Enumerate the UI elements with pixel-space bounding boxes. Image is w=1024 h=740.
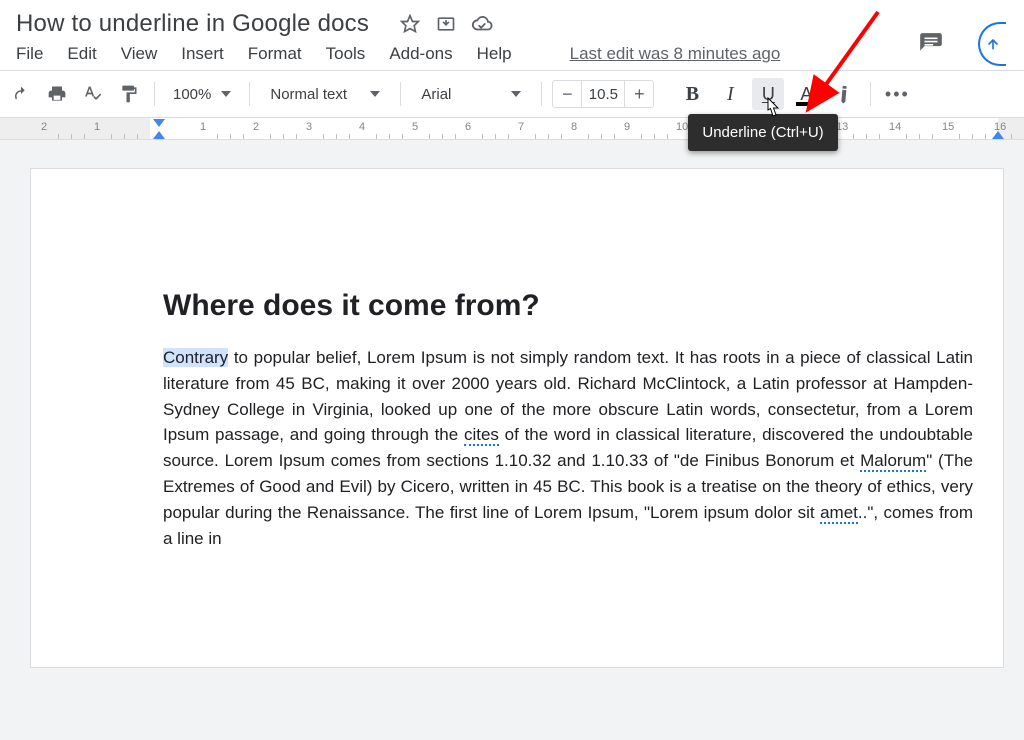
ruler-number: 4 — [359, 121, 365, 133]
ruler-number: 3 — [306, 121, 312, 133]
font-size-control: − 10.5 + — [552, 80, 654, 108]
share-button[interactable] — [978, 22, 1006, 66]
paragraph-style-select[interactable]: Normal text — [260, 86, 390, 103]
cloud-saved-icon[interactable] — [471, 13, 493, 35]
ruler-number: 1 — [94, 121, 100, 133]
document-heading[interactable]: Where does it come from? — [163, 289, 973, 323]
chevron-down-icon — [221, 91, 231, 97]
bold-button[interactable]: B — [676, 78, 708, 110]
move-icon[interactable] — [435, 13, 457, 35]
font-select[interactable]: Arial — [411, 86, 531, 103]
menu-view[interactable]: View — [121, 44, 158, 64]
document-title[interactable]: How to underline in Google docs — [16, 10, 369, 38]
menu-addons[interactable]: Add-ons — [389, 44, 452, 64]
underline-button[interactable]: U — [752, 78, 784, 110]
menu-help[interactable]: Help — [477, 44, 512, 64]
left-indent-marker[interactable] — [153, 131, 165, 139]
first-line-indent-marker[interactable] — [153, 119, 165, 127]
redo-button[interactable] — [6, 79, 36, 109]
zoom-value: 100% — [173, 86, 211, 103]
ruler-number: 6 — [465, 121, 471, 133]
ruler-number: 15 — [942, 121, 954, 133]
decrease-font-size-button[interactable]: − — [553, 80, 581, 108]
menu-format[interactable]: Format — [248, 44, 302, 64]
ruler-number: 8 — [571, 121, 577, 133]
ruler-number: 10 — [676, 121, 688, 133]
star-icon[interactable] — [399, 13, 421, 35]
menu-edit[interactable]: Edit — [67, 44, 96, 64]
ruler-number: 1 — [200, 121, 206, 133]
highlight-button[interactable] — [828, 78, 860, 110]
menu-tools[interactable]: Tools — [326, 44, 366, 64]
paint-format-button[interactable] — [114, 79, 144, 109]
selected-text[interactable]: Contrary — [163, 348, 228, 367]
ruler-number: 2 — [253, 121, 259, 133]
open-comments-icon[interactable] — [918, 31, 944, 57]
zoom-select[interactable]: 100% — [165, 86, 239, 103]
canvas: Where does it come from? Contrary to pop… — [0, 140, 1024, 740]
font-value: Arial — [421, 86, 451, 103]
text-color-button[interactable]: A — [790, 78, 822, 110]
spelling-mark[interactable]: amet — [820, 503, 858, 524]
ruler-number: 14 — [889, 121, 901, 133]
toolbar: 100% Normal text Arial − 10.5 + B I U Un… — [0, 71, 1024, 117]
style-value: Normal text — [270, 86, 347, 103]
horizontal-ruler[interactable]: 2112345678910111213141516 — [0, 118, 1024, 140]
increase-font-size-button[interactable]: + — [625, 80, 653, 108]
underline-tooltip: Underline (Ctrl+U) — [688, 114, 837, 151]
last-edit-link[interactable]: Last edit was 8 minutes ago — [570, 44, 781, 64]
chevron-down-icon — [511, 91, 521, 97]
ruler-number: 2 — [41, 121, 47, 133]
ruler-number: 16 — [994, 121, 1006, 133]
page[interactable]: Where does it come from? Contrary to pop… — [30, 168, 1004, 668]
menu-file[interactable]: File — [16, 44, 43, 64]
ruler-number: 5 — [412, 121, 418, 133]
chevron-down-icon — [370, 91, 380, 97]
ruler-number: 13 — [836, 121, 848, 133]
menu-insert[interactable]: Insert — [181, 44, 224, 64]
font-size-input[interactable]: 10.5 — [581, 81, 625, 107]
more-options-button[interactable]: ••• — [881, 78, 913, 110]
spelling-mark[interactable]: cites — [464, 425, 499, 446]
italic-button[interactable]: I — [714, 78, 746, 110]
ruler-number: 9 — [624, 121, 630, 133]
ruler-number: 7 — [518, 121, 524, 133]
spelling-mark[interactable]: Malorum — [860, 451, 926, 472]
menu-bar: File Edit View Insert Format Tools Add-o… — [0, 40, 1024, 70]
document-body[interactable]: Contrary to popular belief, Lorem Ipsum … — [163, 345, 973, 552]
print-button[interactable] — [42, 79, 72, 109]
spellcheck-button[interactable] — [78, 79, 108, 109]
